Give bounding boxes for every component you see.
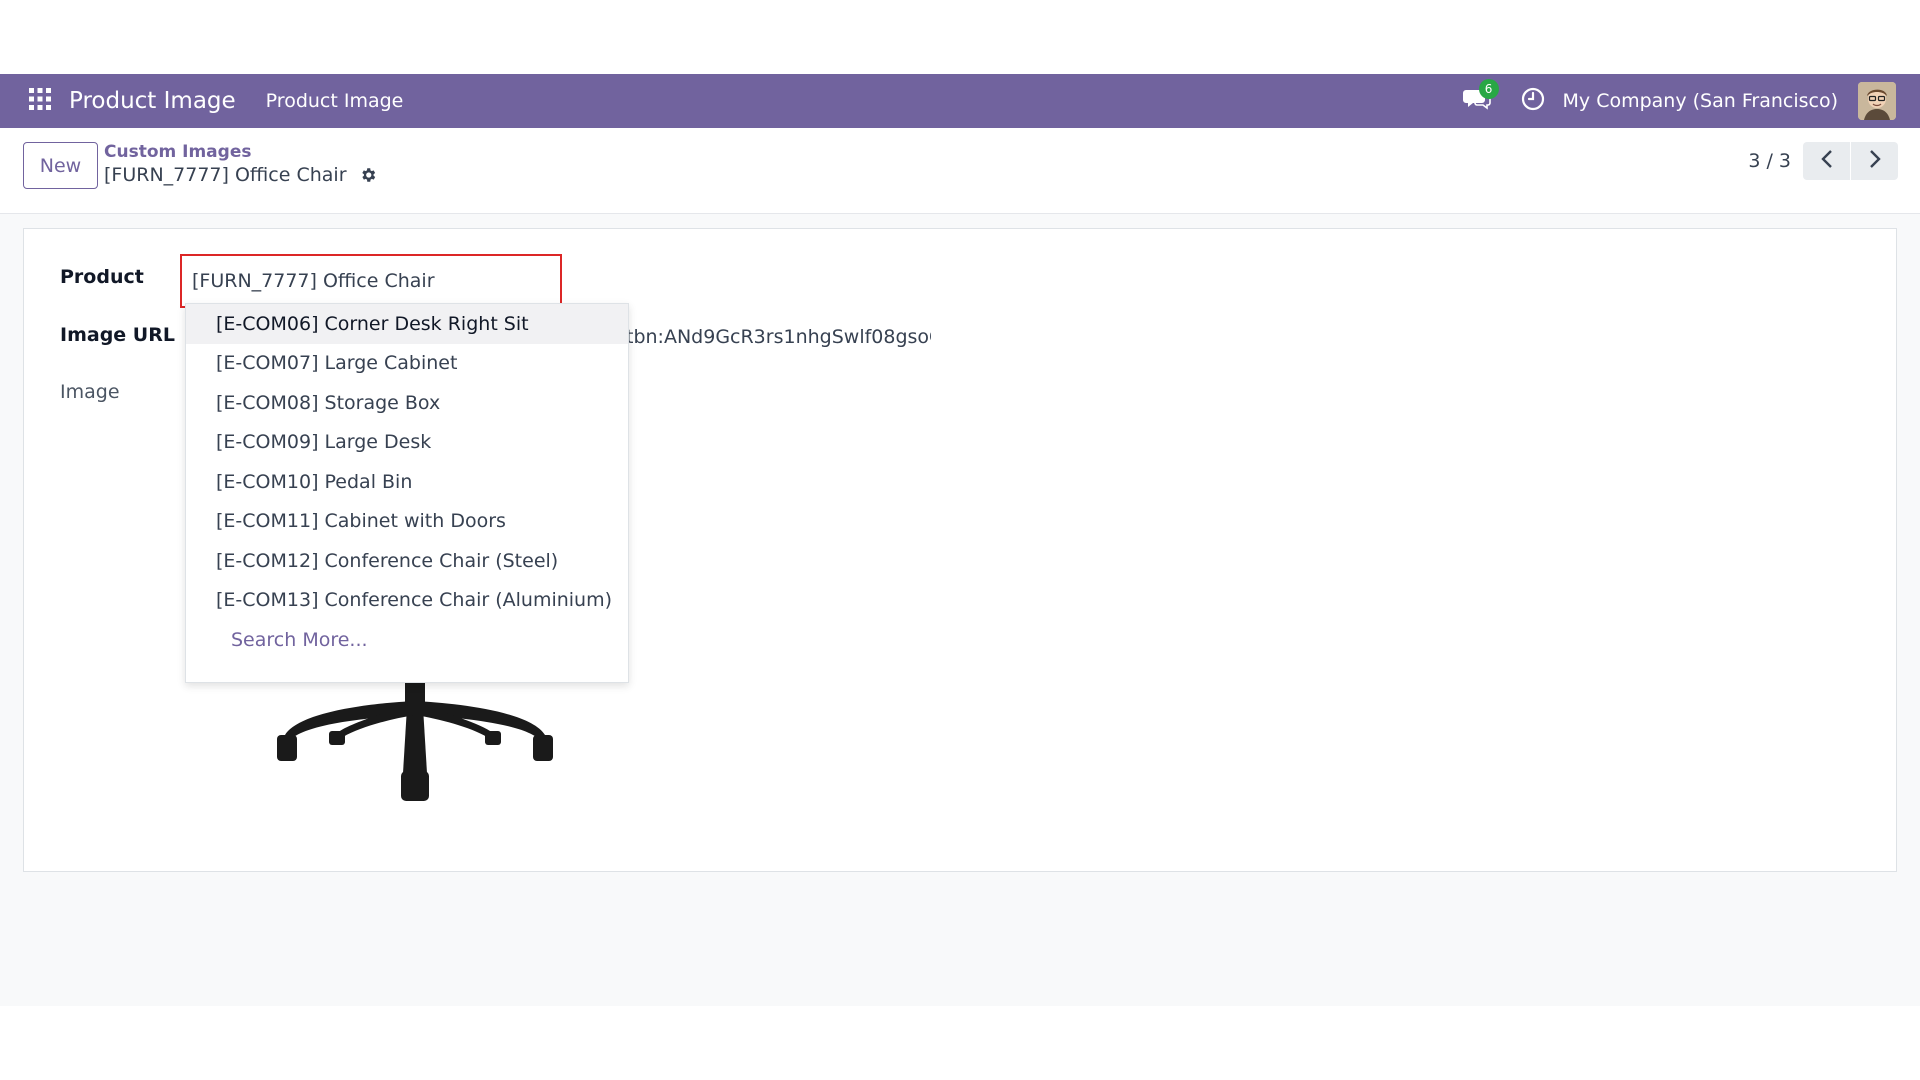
dropdown-option[interactable]: [E-COM07] Large Cabinet	[186, 344, 628, 384]
product-field[interactable]	[180, 254, 562, 308]
menu-item-product-image[interactable]: Product Image	[266, 90, 404, 112]
chevron-left-icon	[1820, 149, 1834, 173]
company-switcher[interactable]: My Company (San Francisco)	[1563, 90, 1838, 112]
image-url-label: Image URL	[60, 324, 175, 346]
chevron-right-icon	[1868, 149, 1882, 173]
product-image[interactable]	[265, 683, 565, 808]
dropdown-option[interactable]: [E-COM10] Pedal Bin	[186, 462, 628, 502]
app-title[interactable]: Product Image	[69, 88, 236, 114]
image-label: Image	[60, 381, 120, 403]
navbar-systray: 6 My Company (San Francisco)	[1455, 74, 1920, 128]
previous-record-button[interactable]	[1803, 142, 1850, 180]
dropdown-option[interactable]: [E-COM06] Corner Desk Right Sit	[186, 304, 628, 344]
record-pager: 3 / 3	[1748, 142, 1898, 180]
breadcrumb-current-record: [FURN_7777] Office Chair	[104, 164, 377, 186]
grid-icon	[28, 87, 52, 115]
pager-value[interactable]: 3 / 3	[1748, 150, 1791, 172]
activities-button[interactable]	[1513, 74, 1553, 128]
dropdown-option[interactable]: [E-COM08] Storage Box	[186, 383, 628, 423]
new-button[interactable]: New	[23, 142, 98, 189]
messages-count-badge: 6	[1478, 79, 1499, 99]
gear-icon[interactable]	[359, 166, 377, 184]
control-panel: New Custom Images [FURN_7777] Office Cha…	[0, 128, 1920, 214]
breadcrumb-custom-images[interactable]: Custom Images	[104, 142, 377, 162]
main-navbar: Product Image Product Image 6 My Company…	[0, 74, 1920, 128]
top-margin	[0, 0, 1920, 74]
breadcrumb: Custom Images [FURN_7777] Office Chair	[104, 142, 377, 186]
user-avatar[interactable]	[1858, 82, 1896, 120]
product-autocomplete-dropdown: [E-COM06] Corner Desk Right Sit [E-COM07…	[185, 303, 629, 683]
search-more-link[interactable]: Search More...	[186, 620, 628, 660]
record-title: [FURN_7777] Office Chair	[104, 164, 347, 186]
bottom-margin	[0, 1006, 1920, 1080]
messages-button[interactable]: 6	[1455, 74, 1499, 128]
clock-icon	[1521, 87, 1545, 115]
dropdown-option[interactable]: [E-COM09] Large Desk	[186, 423, 628, 463]
product-label: Product	[60, 266, 144, 288]
dropdown-option[interactable]: [E-COM13] Conference Chair (Aluminium)	[186, 581, 628, 621]
image-url-field[interactable]: tbn:ANd9GcR3rs1nhgSwlf08gsoQ	[626, 326, 931, 348]
dropdown-option[interactable]: [E-COM12] Conference Chair (Steel)	[186, 541, 628, 581]
apps-menu-button[interactable]	[20, 74, 60, 128]
next-record-button[interactable]	[1851, 142, 1898, 180]
dropdown-option[interactable]: [E-COM11] Cabinet with Doors	[186, 502, 628, 542]
